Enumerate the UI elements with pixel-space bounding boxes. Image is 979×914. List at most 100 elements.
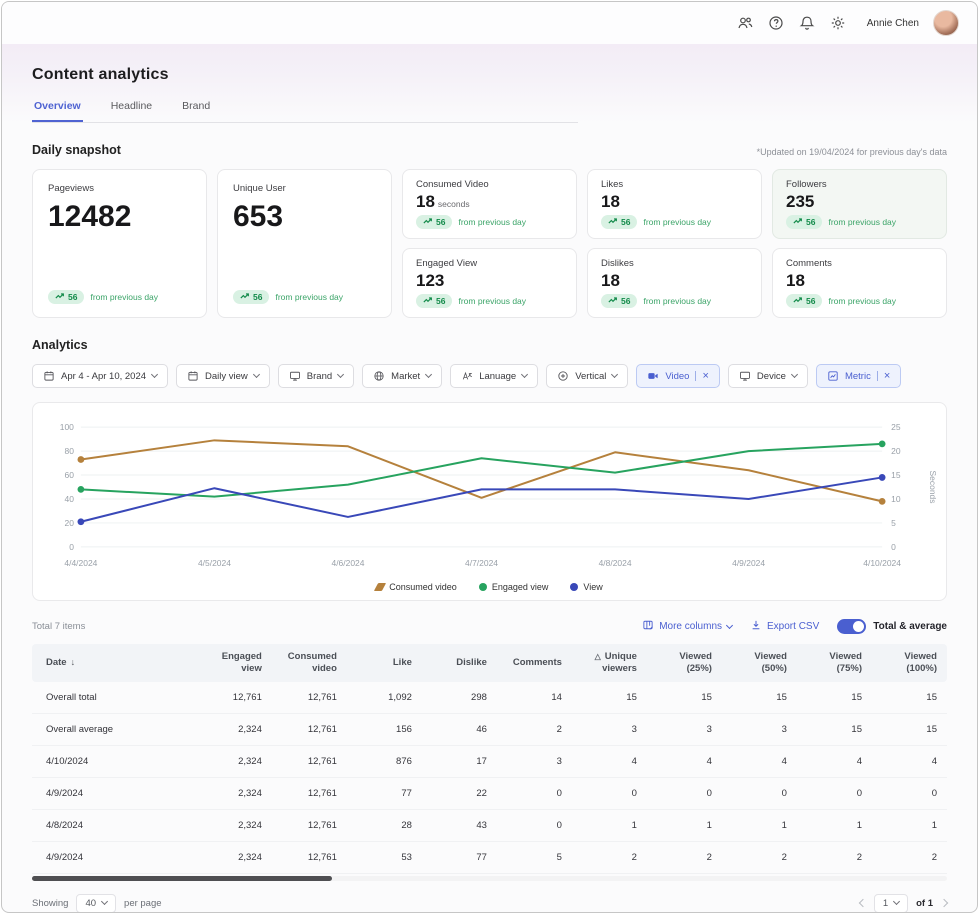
chevron-down-icon [611, 371, 618, 378]
filter-brand[interactable]: Brand [278, 364, 354, 388]
line-chart: 0204060801000510152025Seconds4/4/20244/5… [33, 415, 946, 578]
legend-marker [570, 583, 578, 591]
updated-note: *Updated on 19/04/2024 for previous day'… [757, 147, 947, 157]
pagination: Showing 40 per page 1 of 1 [32, 881, 947, 913]
page-size-select[interactable]: 40 [76, 894, 116, 913]
svg-text:Seconds: Seconds [928, 471, 938, 504]
chevron-down-icon [253, 371, 260, 378]
close-icon[interactable]: × [702, 371, 708, 382]
svg-text:0: 0 [891, 542, 896, 552]
table-header-row: Date↓Engaged viewConsumed videoLikeDisli… [32, 644, 947, 682]
total-average-toggle[interactable] [837, 619, 866, 634]
chevron-down-icon [893, 898, 900, 905]
next-page-icon[interactable] [940, 899, 948, 907]
card-comments: Comments1856from previous day [772, 248, 947, 318]
card-value: 18 [601, 193, 748, 212]
chevron-down-icon [101, 898, 108, 905]
page-header: Content analytics Overview Headline Bran… [2, 44, 977, 123]
svg-text:20: 20 [64, 518, 74, 528]
chevron-down-icon [521, 371, 528, 378]
filter-device[interactable]: Device [728, 364, 808, 388]
column-header-viewed-75[interactable]: Viewed (75%) [797, 644, 872, 682]
trend-up-icon [793, 217, 803, 227]
column-header-viewed-100[interactable]: Viewed (100%) [872, 644, 947, 682]
svg-text:5: 5 [891, 518, 896, 528]
close-icon[interactable]: × [884, 371, 890, 382]
filter-bar: Apr 4 - Apr 10, 2024 Daily view Brand Marke… [32, 364, 947, 388]
column-header-unique-viewers[interactable]: △Unique viewers [572, 644, 647, 682]
svg-text:10: 10 [891, 494, 901, 504]
filter-lanuage[interactable]: Lanuage [450, 364, 538, 388]
tab-brand[interactable]: Brand [180, 100, 212, 122]
analytics-title: Analytics [32, 338, 88, 352]
page-of-label: of 1 [916, 898, 933, 909]
table-row: 4/9/20242,32412,7615377522222 [32, 841, 947, 873]
card-value: 18seconds [416, 193, 563, 212]
chevron-down-icon [791, 371, 798, 378]
svg-text:4/10/2024: 4/10/2024 [863, 558, 901, 568]
tab-overview[interactable]: Overview [32, 100, 83, 122]
avatar[interactable] [933, 10, 959, 36]
calendar-icon [187, 370, 199, 382]
card-followers: Followers23556from previous day [772, 169, 947, 239]
help-icon[interactable] [768, 15, 785, 32]
bell-icon[interactable] [799, 15, 816, 32]
trend-up-icon [608, 296, 618, 306]
card-label: Unique User [233, 183, 376, 194]
legend-marker [374, 583, 386, 591]
app-window: Annie Chen Content analytics Overview He… [1, 1, 978, 913]
user-name[interactable]: Annie Chen [867, 18, 919, 29]
prev-page-icon[interactable] [859, 899, 867, 907]
export-csv-button[interactable]: Export CSV [750, 619, 819, 634]
column-header-comments[interactable]: Comments [497, 644, 572, 682]
more-columns-button[interactable]: More columns [642, 619, 732, 634]
topbar: Annie Chen [2, 2, 977, 44]
chevron-down-icon [726, 621, 733, 628]
legend-item-view: View [570, 582, 602, 592]
filter-daily-view[interactable]: Daily view [176, 364, 270, 388]
column-header-viewed-25[interactable]: Viewed (25%) [647, 644, 722, 682]
legend-marker [479, 583, 487, 591]
filter-apr-4-apr-10-2024[interactable]: Apr 4 - Apr 10, 2024 [32, 364, 168, 388]
chevron-down-icon [337, 371, 344, 378]
page-number-select[interactable]: 1 [874, 894, 908, 913]
svg-text:80: 80 [64, 446, 74, 456]
column-header-date[interactable]: Date↓ [32, 644, 197, 682]
video-icon [647, 370, 659, 382]
trend-badge: 56 [48, 290, 84, 304]
vertical-icon [557, 370, 569, 382]
card-label: Followers [786, 179, 933, 190]
total-items-label: Total 7 items [32, 621, 85, 632]
people-icon[interactable] [737, 15, 754, 32]
svg-text:4/9/2024: 4/9/2024 [732, 558, 765, 568]
metric-icon [827, 370, 839, 382]
gear-icon[interactable] [830, 15, 847, 32]
tab-headline[interactable]: Headline [109, 100, 154, 122]
column-header-dislike[interactable]: Dislike [422, 644, 497, 682]
page-title: Content analytics [32, 66, 947, 84]
svg-text:40: 40 [64, 494, 74, 504]
filter-metric[interactable]: Metric× [816, 364, 901, 388]
card-value: 123 [416, 272, 563, 291]
filter-video[interactable]: Video× [636, 364, 720, 388]
column-header-engaged-view[interactable]: Engaged view [197, 644, 272, 682]
svg-text:4/8/2024: 4/8/2024 [599, 558, 632, 568]
column-header-like[interactable]: Like [347, 644, 422, 682]
filter-market[interactable]: Market [362, 364, 442, 388]
card-label: Pageviews [48, 183, 191, 194]
svg-text:15: 15 [891, 470, 901, 480]
card-consumed-video: Consumed Video18seconds56from previous d… [402, 169, 577, 239]
svg-text:4/5/2024: 4/5/2024 [198, 558, 231, 568]
trend-badge: 56 [416, 294, 452, 308]
legend-item-engaged-view: Engaged view [479, 582, 549, 592]
filter-vertical[interactable]: Vertical [546, 364, 628, 388]
card-value: 18 [786, 272, 933, 291]
svg-text:4/7/2024: 4/7/2024 [465, 558, 498, 568]
column-header-consumed-video[interactable]: Consumed video [272, 644, 347, 682]
column-header-viewed-50[interactable]: Viewed (50%) [722, 644, 797, 682]
trend-badge: 56 [416, 215, 452, 229]
trend-note: from previous day [458, 217, 526, 227]
horizontal-scrollbar [32, 876, 947, 881]
scrollbar-thumb[interactable] [32, 876, 332, 881]
showing-label: Showing [32, 898, 68, 909]
